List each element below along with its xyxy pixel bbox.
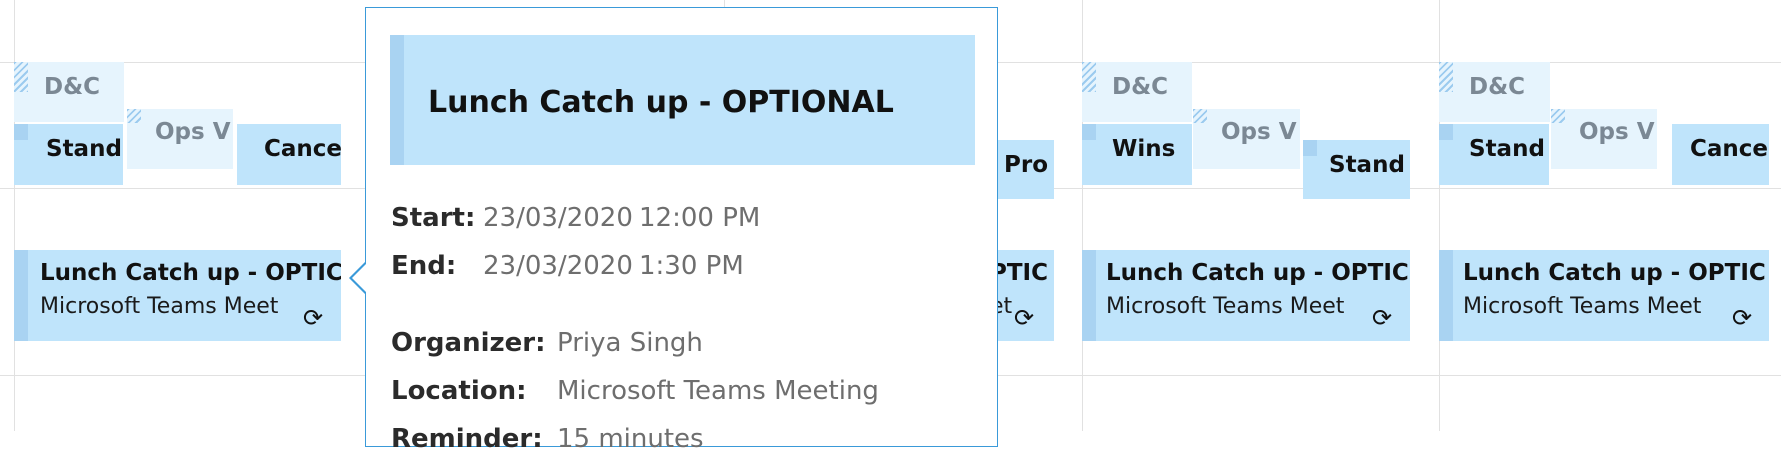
calendar-event-lunch[interactable]: Lunch Catch up - OPTIC Microsoft Teams M…	[1439, 250, 1769, 341]
event-title: Lunch Catch up - OPTIC	[40, 260, 341, 286]
event-title: Stand	[1469, 136, 1545, 162]
location-value: Microsoft Teams Meeting	[557, 376, 879, 406]
start-time: 12:00 PM	[639, 203, 761, 233]
reminder-row: Reminder: 15 minutes	[391, 424, 704, 454]
start-label: Start:	[391, 203, 476, 233]
calendar-event-lunch[interactable]: Lunch Catch up - OPTIC Microsoft Teams M…	[14, 250, 341, 341]
calendar-event-wins[interactable]: Wins	[1082, 124, 1192, 185]
location-label: Location:	[391, 376, 527, 406]
event-title: Cance	[264, 136, 341, 162]
event-title: Lunch Catch up - OPTIC	[1106, 260, 1409, 286]
event-peek-popup[interactable]: Lunch Catch up - OPTIONAL Start: 23/03/2…	[365, 7, 998, 454]
tentative-pattern	[14, 62, 28, 92]
event-title: Ops V	[1221, 119, 1297, 145]
event-status-bar	[1439, 124, 1453, 140]
calendar-event-cancelled[interactable]: Cance	[1672, 124, 1769, 185]
event-title: Cance	[1690, 136, 1769, 162]
reminder-label: Reminder:	[391, 424, 543, 454]
calendar-event-d-and-c[interactable]: D&C	[1439, 62, 1550, 122]
recurrence-icon: ⟳	[1732, 304, 1753, 332]
tentative-pattern	[1551, 109, 1565, 123]
reminder-value: 15 minutes	[557, 424, 704, 454]
tentative-pattern	[1439, 62, 1453, 92]
event-status-bar	[1303, 140, 1317, 156]
event-title: Ops V	[1579, 119, 1655, 145]
event-status-bar	[14, 124, 28, 140]
event-title: D&C	[1112, 74, 1169, 100]
calendar-event-cancelled[interactable]: Cance	[237, 124, 341, 185]
calendar-event-standup[interactable]: Stand	[14, 124, 123, 185]
calendar-event-ops[interactable]: Ops V	[1193, 109, 1300, 169]
event-title: Lunch Catch up - OPTIC	[1463, 260, 1766, 286]
event-title: Stand	[46, 136, 122, 162]
end-time: 1:30 PM	[639, 251, 744, 281]
end-label: End:	[391, 251, 457, 281]
start-row: Start: 23/03/2020 12:00 PM	[391, 203, 760, 233]
event-location: Microsoft Teams Meet	[1106, 294, 1345, 319]
event-status-bar	[1439, 250, 1453, 341]
calendar-event-d-and-c[interactable]: D&C	[1082, 62, 1192, 122]
calendar-event-standup[interactable]: Stand	[1303, 140, 1410, 199]
event-title: Wins	[1112, 136, 1176, 162]
calendar-event-ops[interactable]: Ops V	[1551, 109, 1657, 169]
start-date: 23/03/2020	[483, 203, 633, 233]
event-title: Ops V	[155, 119, 231, 145]
event-title: D&C	[44, 74, 101, 100]
calendar-event-lunch[interactable]: Lunch Catch up - OPTIC Microsoft Teams M…	[1082, 250, 1410, 341]
event-status-bar	[390, 35, 404, 165]
tentative-pattern	[1193, 109, 1207, 123]
event-location: Microsoft Teams Meet	[1463, 294, 1702, 319]
recurrence-icon: ⟳	[1014, 304, 1035, 332]
tentative-pattern	[1082, 62, 1096, 92]
event-title: PTIC	[990, 260, 1048, 286]
calendar-event-d-and-c[interactable]: D&C	[14, 62, 124, 122]
organizer-name: Priya Singh	[557, 328, 703, 358]
recurrence-icon: ⟳	[303, 304, 324, 332]
event-status-bar	[14, 250, 28, 341]
organizer-row: Organizer: Priya Singh	[391, 328, 703, 358]
event-status-bar	[1082, 250, 1096, 341]
end-date: 23/03/2020	[483, 251, 633, 281]
calendar-event-lunch[interactable]: PTIC et ⟳	[990, 250, 1054, 341]
popup-header: Lunch Catch up - OPTIONAL	[390, 35, 975, 165]
popup-title: Lunch Catch up - OPTIONAL	[428, 85, 894, 120]
tentative-pattern	[127, 109, 141, 123]
popup-pointer-fill	[352, 263, 367, 293]
recurrence-icon: ⟳	[1372, 304, 1393, 332]
organizer-label: Organizer:	[391, 328, 546, 358]
location-row: Location: Microsoft Teams Meeting	[391, 376, 879, 406]
end-row: End: 23/03/2020 1:30 PM	[391, 251, 744, 281]
event-title: D&C	[1469, 74, 1526, 100]
calendar-event-project[interactable]: Pro	[990, 140, 1054, 199]
calendar-event-ops[interactable]: Ops V	[127, 109, 233, 169]
event-title: Pro	[1004, 152, 1049, 178]
event-status-bar	[1082, 124, 1096, 140]
calendar-event-standup[interactable]: Stand	[1439, 124, 1549, 185]
event-title: Stand	[1329, 152, 1405, 178]
event-location: Microsoft Teams Meet	[40, 294, 279, 319]
